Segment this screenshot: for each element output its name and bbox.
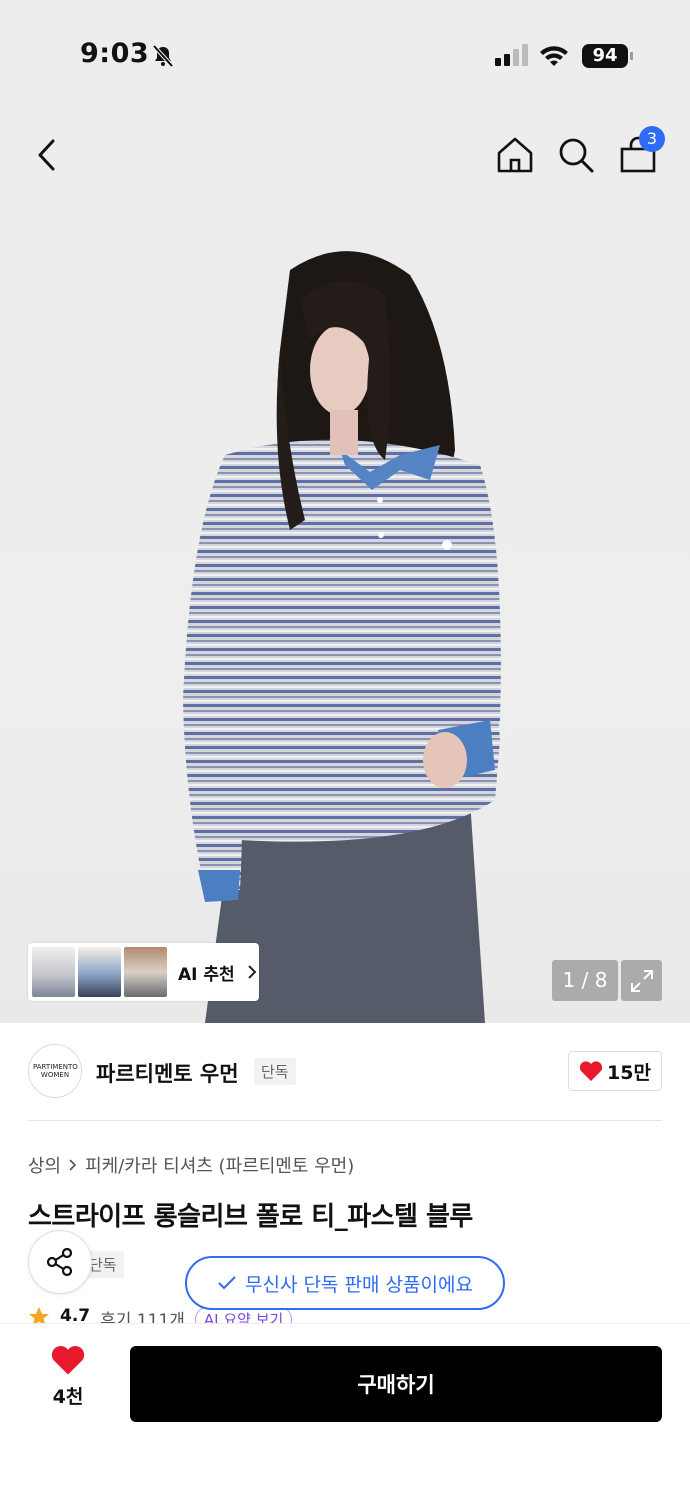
cart-count-badge: 3 — [639, 126, 665, 152]
product-image-gallery[interactable]: AI 추천 1 / 8 — [0, 200, 690, 1023]
status-time: 9:03 — [80, 38, 150, 69]
chevron-right-icon — [69, 1159, 77, 1171]
search-button[interactable] — [551, 130, 601, 180]
exclusive-tag: 단독 — [254, 1058, 296, 1085]
recommend-thumbnail — [124, 947, 167, 997]
brand-like-count: 15만 — [607, 1061, 651, 1084]
bell-muted-icon — [152, 44, 174, 68]
product-photo — [183, 251, 501, 1023]
expand-button[interactable] — [621, 960, 662, 1001]
back-button[interactable] — [22, 130, 72, 180]
share-button[interactable] — [28, 1230, 92, 1294]
home-button[interactable] — [490, 130, 540, 180]
product-title: 스트라이프 롱슬리브 폴로 티_파스텔 블루 — [28, 1202, 473, 1232]
ai-recommend-button[interactable]: AI 추천 — [28, 943, 259, 1001]
divider — [28, 1120, 662, 1121]
wishlist-button[interactable]: 4천 — [38, 1344, 98, 1409]
heart-icon — [579, 1061, 603, 1081]
status-bar: 9:03 94 — [0, 0, 690, 110]
cellular-signal-icon — [495, 44, 528, 66]
bottom-action-bar: 4천 구매하기 — [0, 1323, 690, 1500]
chevron-left-icon — [38, 139, 55, 171]
brand-like-button[interactable]: 15만 — [568, 1051, 662, 1091]
recommend-thumbnail — [32, 947, 75, 997]
top-nav-bar: 3 — [0, 110, 690, 200]
home-icon — [497, 137, 533, 173]
image-counter: 1 / 8 — [552, 960, 618, 1001]
share-icon — [46, 1247, 73, 1277]
wishlist-count: 4천 — [52, 1386, 84, 1408]
breadcrumb-category[interactable]: 상의 — [28, 1152, 61, 1178]
heart-icon — [51, 1346, 85, 1375]
exclusive-notice-toast: 무신사 단독 판매 상품이에요 — [185, 1256, 505, 1310]
wifi-icon — [540, 46, 568, 66]
brand-logo-text: PARTIMENTO WOMEN — [33, 1063, 78, 1079]
expand-icon — [630, 969, 653, 992]
check-icon — [218, 1276, 236, 1290]
ai-recommend-label: AI 추천 — [178, 964, 235, 985]
battery-indicator: 94 — [582, 44, 633, 68]
cart-button[interactable]: 3 — [613, 126, 665, 180]
exclusive-notice-text: 무신사 단독 판매 상품이에요 — [245, 1273, 473, 1296]
breadcrumb: 상의 피케/카라 티셔츠 (파르티멘토 우먼) — [28, 1152, 354, 1178]
breadcrumb-subcategory[interactable]: 피케/카라 티셔츠 (파르티멘토 우먼) — [85, 1152, 354, 1178]
recommend-thumbnail — [78, 947, 121, 997]
search-icon — [559, 138, 594, 173]
brand-name[interactable]: 파르티멘토 우먼 — [96, 1058, 239, 1088]
brand-logo[interactable]: PARTIMENTO WOMEN — [28, 1044, 82, 1098]
chevron-right-icon — [247, 965, 257, 979]
buy-button[interactable]: 구매하기 — [130, 1346, 662, 1422]
